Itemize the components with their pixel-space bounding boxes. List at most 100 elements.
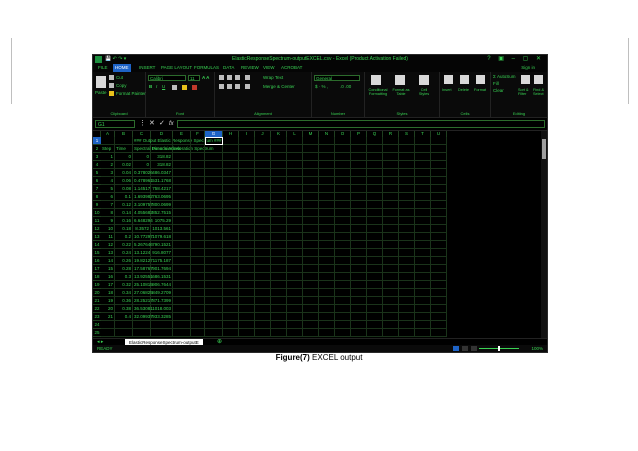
cell-h11[interactable]	[223, 217, 239, 225]
cell-i12[interactable]	[239, 225, 255, 233]
row-header[interactable]: 2	[93, 145, 101, 153]
cell-p10[interactable]	[351, 209, 367, 217]
cell-j25[interactable]	[255, 329, 271, 337]
sort-filter-button[interactable]: Sort & Filter	[518, 88, 532, 96]
cell-f22[interactable]	[191, 305, 205, 313]
name-box[interactable]: G1	[95, 120, 135, 128]
cell-g18[interactable]	[205, 273, 223, 281]
font-size-select[interactable]: 11	[188, 75, 200, 81]
cell-f5[interactable]	[191, 169, 205, 177]
fill-button[interactable]: Fill	[493, 81, 499, 86]
page-layout-view-icon[interactable]	[462, 346, 468, 351]
cell-h3[interactable]	[223, 153, 239, 161]
cell-i9[interactable]	[239, 201, 255, 209]
cell-b25[interactable]	[115, 329, 133, 337]
cell-u23[interactable]	[431, 313, 447, 321]
cell-m15[interactable]	[303, 249, 319, 257]
cell-s25[interactable]	[399, 329, 415, 337]
cell-k3[interactable]	[271, 153, 287, 161]
cell-o21[interactable]	[335, 297, 351, 305]
cell-o8[interactable]	[335, 193, 351, 201]
cell-l23[interactable]	[287, 313, 303, 321]
cell-a11[interactable]: 9	[101, 217, 115, 225]
row-header[interactable]: 8	[93, 193, 101, 201]
paste-icon[interactable]	[96, 76, 106, 88]
row-header[interactable]: 1	[93, 137, 101, 145]
cell-g9[interactable]	[205, 201, 223, 209]
cell-t10[interactable]	[415, 209, 431, 217]
cell-e23[interactable]	[173, 313, 191, 321]
cell-t1[interactable]	[415, 137, 431, 145]
cell-i16[interactable]	[239, 257, 255, 265]
tab-view[interactable]: VIEW	[261, 64, 277, 72]
cell-n11[interactable]	[319, 217, 335, 225]
cell-e13[interactable]	[173, 233, 191, 241]
cell-j18[interactable]	[255, 273, 271, 281]
row-header[interactable]: 10	[93, 209, 101, 217]
cell-e4[interactable]	[173, 161, 191, 169]
cell-d16[interactable]: 1175.187	[151, 257, 173, 265]
find-select-button[interactable]: Find & Select	[533, 88, 547, 96]
cell-k19[interactable]	[271, 281, 287, 289]
cell-f7[interactable]	[191, 185, 205, 193]
cell-a8[interactable]: 6	[101, 193, 115, 201]
cell-o13[interactable]	[335, 233, 351, 241]
cell-m11[interactable]	[303, 217, 319, 225]
cell-q12[interactable]	[367, 225, 383, 233]
cell-e7[interactable]	[173, 185, 191, 193]
cell-d3[interactable]: 318.82	[151, 153, 173, 161]
cell-f4[interactable]	[191, 161, 205, 169]
cell-o18[interactable]	[335, 273, 351, 281]
cell-l15[interactable]	[287, 249, 303, 257]
cell-q18[interactable]	[367, 273, 383, 281]
cell-a7[interactable]: 5	[101, 185, 115, 193]
cell-g4[interactable]	[205, 161, 223, 169]
cell-d17[interactable]: 901.7694	[151, 265, 173, 273]
cell-e21[interactable]	[173, 297, 191, 305]
font-name-select[interactable]: Calibri	[148, 75, 186, 81]
cell-u17[interactable]	[431, 265, 447, 273]
cell-n15[interactable]	[319, 249, 335, 257]
cell-n8[interactable]	[319, 193, 335, 201]
cell-k11[interactable]	[271, 217, 287, 225]
clear-button[interactable]: Clear	[493, 88, 504, 93]
cell-m4[interactable]	[303, 161, 319, 169]
cell-g5[interactable]	[205, 169, 223, 177]
cell-b5[interactable]: 0.04	[115, 169, 133, 177]
cell-g14[interactable]	[205, 241, 223, 249]
number-format-select[interactable]: General	[314, 75, 360, 81]
cell-m13[interactable]	[303, 233, 319, 241]
cell-o16[interactable]	[335, 257, 351, 265]
cell-b13[interactable]: 0.2	[115, 233, 133, 241]
cell-h25[interactable]	[223, 329, 239, 337]
cell-r2[interactable]	[383, 145, 399, 153]
cell-g22[interactable]	[205, 305, 223, 313]
cell-n25[interactable]	[319, 329, 335, 337]
cell-j24[interactable]	[255, 321, 271, 329]
cell-l24[interactable]	[287, 321, 303, 329]
cell-m17[interactable]	[303, 265, 319, 273]
cell-j3[interactable]	[255, 153, 271, 161]
align-left-icon[interactable]	[219, 84, 224, 89]
cell-l6[interactable]	[287, 177, 303, 185]
cell-d13[interactable]: 1079.618	[151, 233, 173, 241]
cell-k2[interactable]	[271, 145, 287, 153]
cell-c25[interactable]	[133, 329, 151, 337]
cell-r10[interactable]	[383, 209, 399, 217]
cell-p25[interactable]	[351, 329, 367, 337]
cell-l4[interactable]	[287, 161, 303, 169]
cell-d19[interactable]: 906.7644	[151, 281, 173, 289]
row-header[interactable]: 17	[93, 265, 101, 273]
cell-s19[interactable]	[399, 281, 415, 289]
cell-j12[interactable]	[255, 225, 271, 233]
cell-s13[interactable]	[399, 233, 415, 241]
cell-k8[interactable]	[271, 193, 287, 201]
cell-q11[interactable]	[367, 217, 383, 225]
row-header[interactable]: 4	[93, 161, 101, 169]
cell-p18[interactable]	[351, 273, 367, 281]
cell-p4[interactable]	[351, 161, 367, 169]
cell-q16[interactable]	[367, 257, 383, 265]
cell-b17[interactable]: 0.28	[115, 265, 133, 273]
grow-font-icon[interactable]: A A	[202, 75, 209, 80]
cell-t6[interactable]	[415, 177, 431, 185]
